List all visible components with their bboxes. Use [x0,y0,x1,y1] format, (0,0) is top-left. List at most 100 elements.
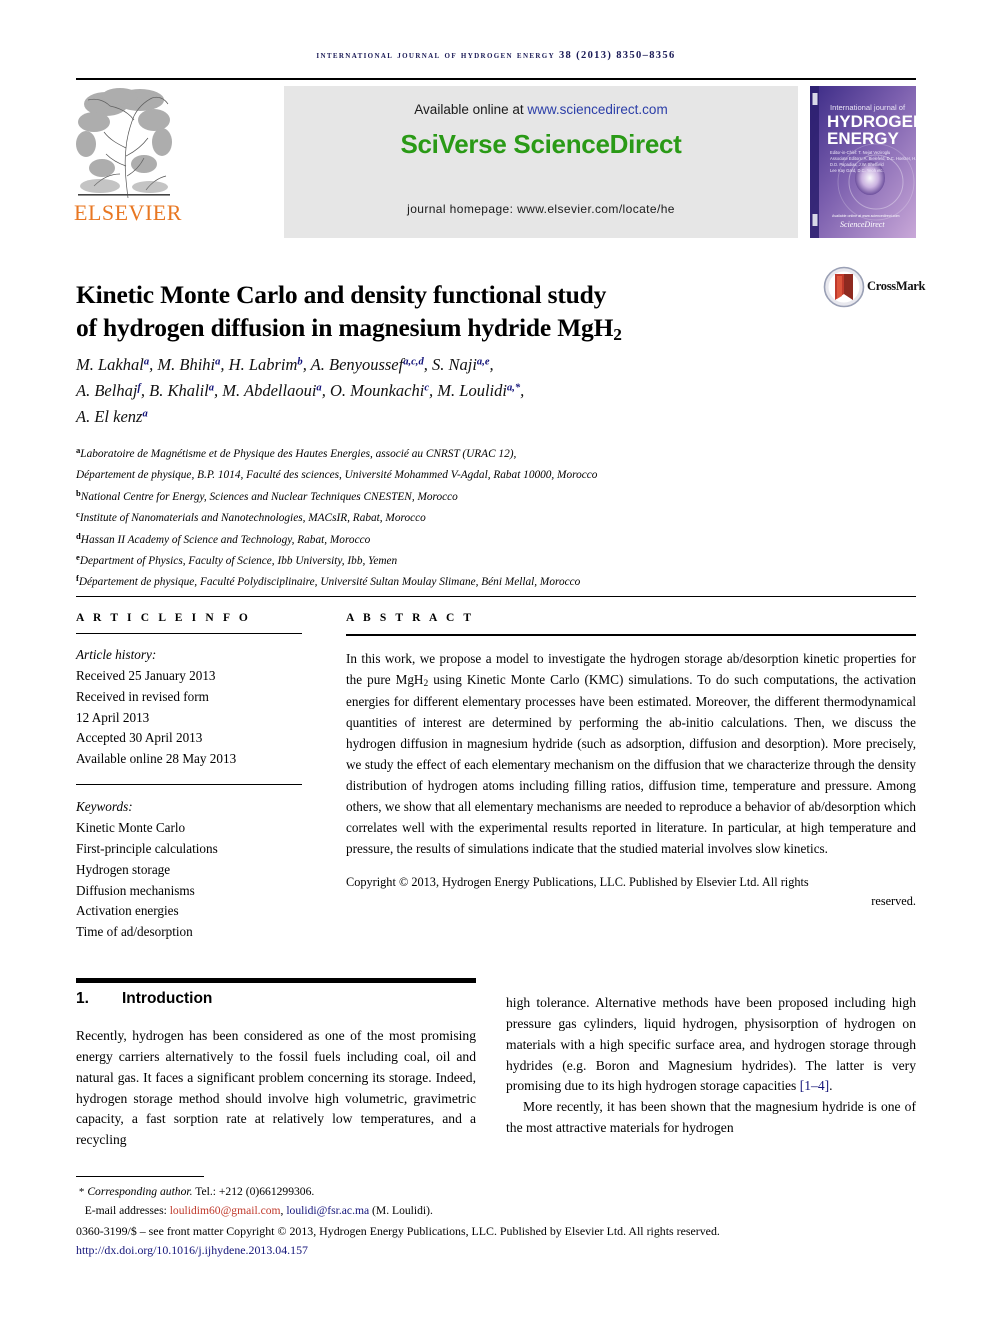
author-name: O. Mounkachi [329,381,425,401]
keyword-item: First-principle calculations [76,840,218,856]
affiliation-item: bNational Centre for Energy, Sciences an… [76,486,876,507]
author-item: M. Loulidia,*, [437,381,524,400]
author-name: A. Belhaj [76,381,138,401]
corresponding-author-label: Corresponding author. [87,1185,193,1198]
keywords-label: Keywords: [76,799,133,815]
author-name: M. Loulidi [437,381,507,401]
author-name: M. Bhihi [157,355,216,374]
svg-text:International journal of: International journal of [830,103,906,112]
copyright-last: reserved. [871,894,916,909]
author-sep: , [423,355,432,374]
email-owner: (M. Loulidi). [369,1203,433,1217]
affiliation-text: National Centre for Energy, Sciences and… [80,490,458,503]
front-matter-block: 0360-3199/$ – see front matter Copyright… [76,1222,921,1260]
affiliation-item: eDepartment of Physics, Faculty of Scien… [76,550,876,571]
email-link-1[interactable]: loulidim60@gmail.com [170,1204,281,1217]
author-name: M. Abdellaoui [222,381,317,401]
title-line-2: of hydrogen diffusion in magnesium hydri… [76,312,614,342]
crossmark-badge[interactable]: CrossMark [823,266,925,312]
crossmark-label: CrossMark [867,279,926,293]
author-affil-mark[interactable]: a,* [507,383,520,394]
author-affil-mark: a [142,408,148,420]
keyword-item: Time of ad/desorption [76,924,193,940]
intro-paragraph-right-1: high tolerance. Alternative methods have… [506,993,916,1097]
svg-text:D.D. Papadias, J.W. Sheffield: D.D. Papadias, J.W. Sheffield [830,162,884,167]
author-item: A. Belhajf, [76,381,149,400]
keywords-block: Keywords: Kinetic Monte Carlo First-prin… [76,797,302,943]
author-name: M. Lakhal [76,355,144,374]
author-name: S. Naji [431,355,477,374]
author-name: H. Labrim [228,355,298,374]
doi-link[interactable]: http://dx.doi.org/10.1016/j.ijhydene.201… [76,1241,921,1260]
article-info-heading: A R T I C L E I N F O [76,612,251,624]
author-item: S. Najia,e, [432,355,494,374]
page-title: Kinetic Monte Carlo and density function… [76,279,776,346]
abstract-band-top-rule [76,596,916,597]
svg-text:Editor-in-Chief: T. Nejat Vezi: Editor-in-Chief: T. Nejat Veziroglu [830,150,890,155]
affiliation-text: Laboratoire de Magnétisme et de Physique… [80,447,517,460]
author-item: H. Labrimb, [229,355,311,374]
author-sep: , [220,355,229,374]
affiliation-text: Department of Physics, Faculty of Scienc… [79,554,398,567]
author-name: A. Benyoussef [310,355,404,374]
masthead: ELSEVIER Available online at www.science… [74,86,916,238]
email-link-2[interactable]: loulidi@fsr.ac.ma [286,1204,369,1217]
elsevier-wordmark: ELSEVIER [74,200,182,225]
intro-paragraph-left: Recently, hydrogen has been considered a… [76,1028,476,1148]
keyword-item: Hydrogen storage [76,861,171,877]
affiliation-item: Département de physique, B.P. 1014, Facu… [76,464,876,485]
affiliation-list: aLaboratoire de Magnétisme et de Physiqu… [76,443,876,593]
history-item: 12 April 2013 [76,709,150,725]
author-sep: , [520,381,525,401]
corresponding-author-tel: Tel.: +212 (0)661299306. [192,1185,315,1198]
affiliation-text: Département de physique, Faculté Polydis… [78,576,581,589]
abstract-part-2: using Kinetic Monte Carlo (KMC) simulati… [346,672,917,856]
author-item: B. Khalila, [149,381,222,400]
abstract-rule [346,634,916,636]
article-info-column: A R T I C L E I N F O Article history: R… [76,612,302,943]
author-sep: , [321,381,330,401]
author-sep: , [302,355,311,374]
available-online-prefix: Available online at [414,102,528,117]
abstract-text: In this work, we propose a model to inve… [346,649,916,859]
right-para-text: high tolerance. Alternative methods have… [506,995,916,1094]
elsevier-tree-icon [76,86,172,202]
section-title: Introduction [122,990,213,1007]
journal-cover-thumbnail: International journal of HYDROGEN ENERGY… [810,86,916,238]
author-item: A. Benyoussefa,c,d, [311,355,432,374]
elsevier-logo: ELSEVIER [74,86,182,238]
abstract-copyright: Copyright © 2013, Hydrogen Energy Public… [346,873,916,912]
author-sep: , [489,355,494,374]
keyword-item: Kinetic Monte Carlo [76,820,186,836]
history-item: Received in revised form [76,688,209,704]
author-name: A. El kenz [76,407,143,427]
history-item: Received 25 January 2013 [76,667,216,683]
right-para-tail: . [829,1078,833,1094]
affiliation-item: fDépartement de physique, Faculté Polydi… [76,571,876,592]
crossmark-icon [823,266,865,308]
history-item: Available online 28 May 2013 [76,751,237,767]
sciencedirect-url-link[interactable]: www.sciencedirect.com [527,102,667,117]
author-item: M. Abdellaouia, [222,381,330,400]
body-column-left: Recently, hydrogen has been considered a… [76,1026,476,1151]
author-affil-mark: a,c,d [403,356,424,368]
header-rule [76,78,916,80]
citation-link-1-4[interactable]: [1–4] [800,1078,829,1093]
svg-text:Available online at www.scienc: Available online at www.sciencedirect.co… [832,214,899,218]
author-item: M. Bhihia, [157,355,228,374]
footnote-rule [76,1176,204,1177]
title-line-1: Kinetic Monte Carlo and density function… [76,280,607,310]
body-column-right: high tolerance. Alternative methods have… [506,993,916,1139]
author-name: B. Khalil [149,381,209,401]
sciverse-sciencedirect-wordmark: SciVerse ScienceDirect [400,129,682,159]
article-history-label: Article history: [76,647,157,662]
section-heading: 1. Introduction [76,990,476,1008]
journal-homepage-line[interactable]: journal homepage: www.elsevier.com/locat… [284,202,798,216]
title-subscript: 2 [613,324,622,344]
author-affil-mark: a,e [476,356,490,368]
available-online-line: Available online at www.sciencedirect.co… [284,102,798,117]
article-info-rule [76,633,302,634]
author-item: M. Lakhala, [76,355,157,374]
intro-paragraph-right-2: More recently, it has been shown that th… [506,1099,916,1136]
section-number: 1. [76,990,89,1007]
